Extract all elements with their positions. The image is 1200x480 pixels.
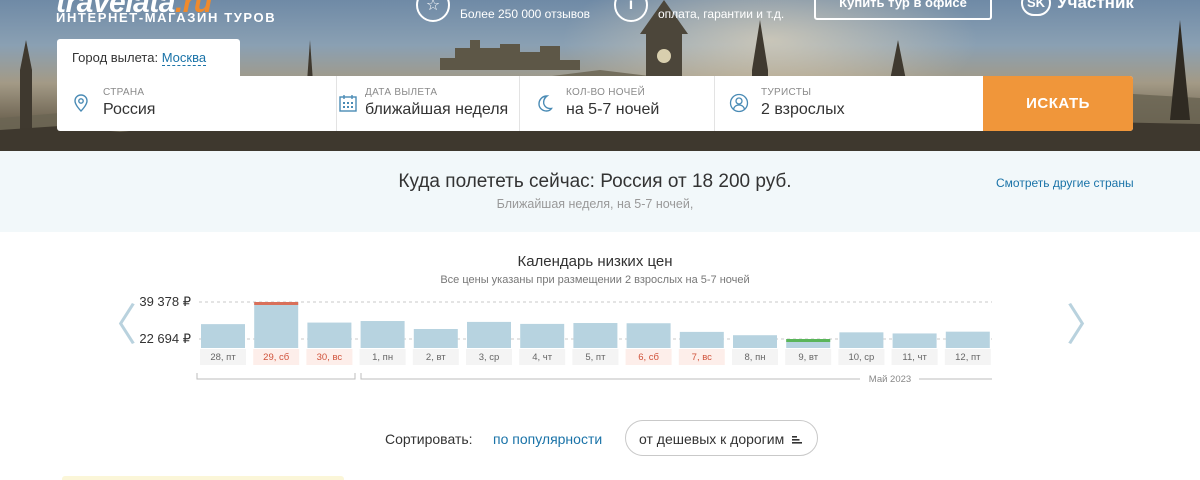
april-bracket [196, 373, 356, 380]
price-bar[interactable] [573, 323, 618, 348]
price-bar[interactable] [679, 331, 724, 348]
day-label[interactable]: 1, пн [372, 352, 393, 363]
price-bar[interactable] [413, 329, 458, 348]
day-label[interactable]: 28, пт [210, 352, 236, 363]
price-bar[interactable] [945, 331, 990, 348]
price-bar[interactable] [467, 321, 511, 348]
day-label[interactable]: 4, чт [532, 352, 553, 363]
price-bar[interactable] [254, 302, 299, 348]
price-calendar-chart: 39 378 ₽ 22 694 ₽ 28, пт 29, сб 30, вс 1, пн 2… [139, 294, 992, 385]
y-tick-label: 22 694 ₽ [139, 331, 191, 346]
day-label[interactable]: 7, вс [692, 352, 713, 363]
day-label[interactable]: 3, ср [479, 352, 500, 363]
price-bar[interactable] [839, 332, 884, 348]
day-label[interactable]: 5, пт [585, 352, 606, 363]
price-bar[interactable] [626, 323, 671, 348]
day-label[interactable]: 30, вс [317, 352, 343, 363]
sort-price-label: от дешевых к дорогим [639, 431, 785, 447]
sort-popularity-link[interactable]: по популярности [493, 431, 602, 447]
price-bar[interactable] [892, 333, 937, 348]
price-bar[interactable] [733, 335, 777, 348]
day-label[interactable]: 2, вт [426, 352, 446, 363]
min-price-marker [786, 339, 831, 342]
may-bracket [360, 373, 860, 380]
price-bar[interactable] [307, 322, 352, 348]
day-label[interactable]: 29, сб [263, 352, 290, 363]
day-label[interactable]: 6, сб [638, 352, 659, 363]
day-label[interactable]: 11, чт [902, 352, 927, 363]
day-label[interactable]: 12, пт [955, 352, 981, 363]
price-bar[interactable] [360, 321, 405, 348]
sort-ascending-icon [792, 436, 803, 444]
day-label[interactable]: 10, ср [848, 352, 874, 363]
sort-price-button[interactable]: от дешевых к дорогим [625, 420, 818, 456]
max-price-marker [254, 302, 299, 305]
y-tick-label: 39 378 ₽ [139, 294, 191, 309]
price-bar[interactable] [520, 323, 565, 348]
day-label[interactable]: 8, пн [745, 352, 766, 363]
sort-label: Сортировать: [385, 431, 473, 447]
price-bar[interactable] [201, 324, 245, 348]
month-label: Май 2023 [869, 374, 911, 385]
result-card-edge [62, 476, 344, 480]
day-label[interactable]: 9, вт [798, 352, 818, 363]
